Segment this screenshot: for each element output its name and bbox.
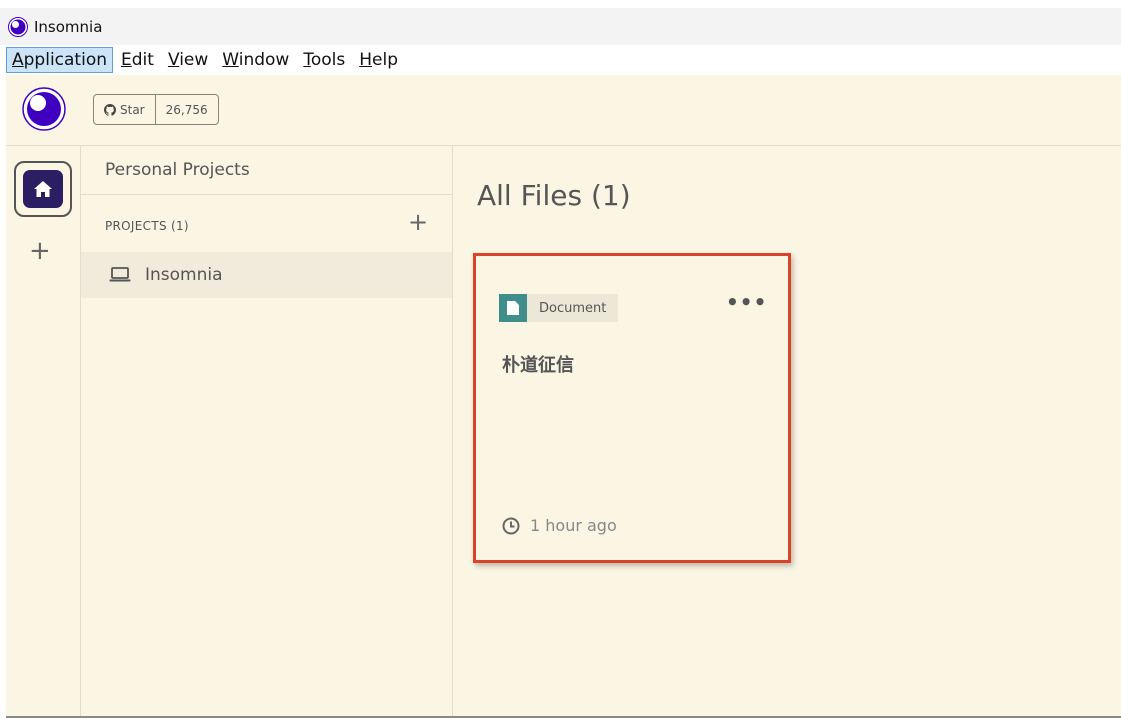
menu-application-mnemonic: A xyxy=(12,50,24,70)
document-icon xyxy=(507,301,519,315)
github-icon xyxy=(104,103,116,116)
menu-edit-mnemonic: E xyxy=(121,50,132,70)
github-star-label-part[interactable]: Star xyxy=(94,95,155,124)
insomnia-app-icon xyxy=(8,16,28,37)
menu-window[interactable]: Window xyxy=(216,47,295,73)
menu-help-label: elp xyxy=(372,50,398,70)
app-container: Star 26,756 + Personal Projects PROJECTS… xyxy=(6,75,1121,718)
page-title: All Files (1) xyxy=(477,179,631,212)
menu-tools-label: ools xyxy=(310,50,346,70)
star-count: 26,756 xyxy=(165,102,208,117)
laptop-icon xyxy=(109,267,131,282)
sidebar-item-insomnia[interactable]: Insomnia xyxy=(81,252,452,298)
document-type-badge: Document xyxy=(499,294,619,322)
home-icon xyxy=(34,181,52,197)
add-project-button[interactable]: + xyxy=(408,210,428,234)
more-options-button[interactable]: ••• xyxy=(726,290,767,314)
menu-edit-label: dit xyxy=(131,50,154,70)
menu-edit[interactable]: Edit xyxy=(115,47,160,73)
menu-view[interactable]: View xyxy=(162,47,214,73)
clock-icon xyxy=(502,517,520,534)
github-star-count-part[interactable]: 26,756 xyxy=(154,95,218,124)
document-type-square xyxy=(499,294,527,322)
projects-header: PROJECTS (1) xyxy=(105,219,189,233)
modified-time: 1 hour ago xyxy=(530,516,617,535)
file-card[interactable]: Document ••• 朴道征信 1 hour ago xyxy=(473,253,791,563)
github-star-button[interactable]: Star 26,756 xyxy=(93,94,219,125)
menu-application-label: pplication xyxy=(23,50,107,70)
project-name: Insomnia xyxy=(145,265,223,285)
menu-tools[interactable]: Tools xyxy=(297,47,351,73)
menu-window-mnemonic: W xyxy=(222,50,239,70)
file-card-modified: 1 hour ago xyxy=(502,516,617,535)
home-button-inner xyxy=(23,170,63,208)
menu-application[interactable]: Application xyxy=(6,47,113,73)
projects-sidebar: Personal Projects PROJECTS (1) + Insomni… xyxy=(81,146,453,716)
menu-bar: Application Edit View Window Tools Help xyxy=(0,45,1121,75)
menu-help[interactable]: Help xyxy=(353,47,404,73)
home-button[interactable] xyxy=(14,161,72,217)
menu-window-label: indow xyxy=(238,50,290,70)
sidebar-divider xyxy=(81,194,452,195)
app-header: Star 26,756 xyxy=(6,75,1121,146)
menu-view-label: iew xyxy=(179,50,209,70)
file-card-title: 朴道征信 xyxy=(502,355,574,376)
document-type-label: Document xyxy=(539,300,607,316)
menu-view-mnemonic: V xyxy=(167,50,180,70)
add-organization-button[interactable]: + xyxy=(29,238,51,264)
star-label: Star xyxy=(120,102,145,117)
organization-rail: + xyxy=(6,146,81,716)
insomnia-logo-icon[interactable] xyxy=(22,87,66,131)
files-panel: All Files (1) Document ••• 朴道征信 1 hour a… xyxy=(453,146,1121,716)
menu-help-mnemonic: H xyxy=(359,50,373,70)
window-title: Insomnia xyxy=(34,17,103,36)
window-titlebar: Insomnia xyxy=(0,8,1121,45)
menu-tools-mnemonic: T xyxy=(303,50,311,70)
organization-name: Personal Projects xyxy=(105,160,250,180)
